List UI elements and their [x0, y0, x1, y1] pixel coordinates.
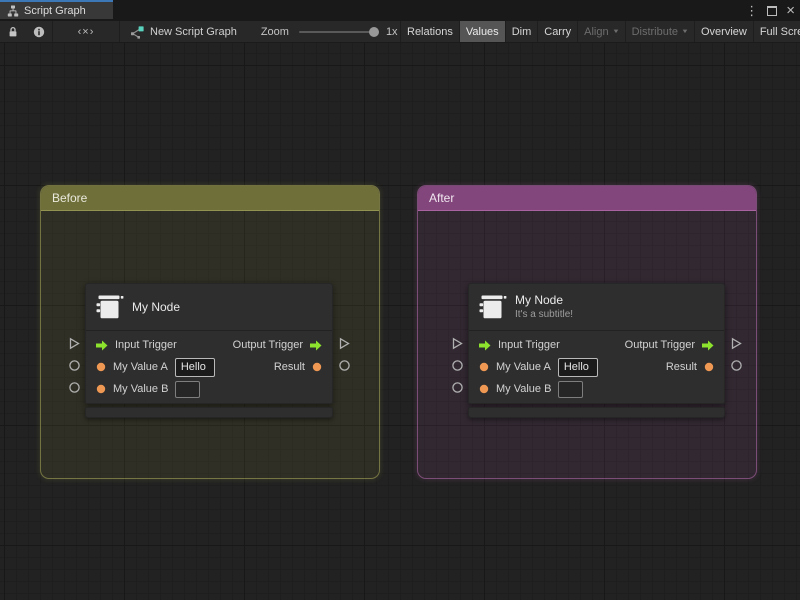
port-row: Input Trigger Output Trigger — [469, 334, 724, 356]
node-header[interactable]: My Node — [86, 284, 332, 331]
tab-bar: Script Graph ⋮ × — [0, 0, 800, 21]
zoom-control: Zoom 1x — [260, 21, 398, 42]
distribute-dropdown[interactable]: Distribute ▼ — [624, 21, 694, 42]
port-row: Input Trigger Output Trigger — [86, 334, 332, 356]
port-row: My Value B — [86, 378, 332, 400]
graph-name-label: New Script Graph — [150, 26, 237, 38]
external-flow-port-icon[interactable] — [730, 337, 743, 350]
node-header[interactable]: My Node It's a subtitle! — [469, 284, 724, 331]
port-row: My Value A Hello Result — [469, 356, 724, 378]
graph-hierarchy-icon — [7, 5, 19, 17]
custom-node-icon — [96, 294, 124, 321]
port-row: My Value B — [469, 378, 724, 400]
close-icon[interactable]: × — [786, 0, 795, 21]
toolbar-right-section: Relations Values Dim Carry Align ▼ Distr… — [400, 21, 800, 42]
lock-button[interactable] — [0, 21, 26, 42]
zoom-value: 1x — [385, 26, 398, 38]
node-title: My Node — [132, 300, 181, 314]
value-input-port-icon[interactable] — [479, 384, 489, 394]
external-value-port-icon[interactable] — [68, 381, 81, 394]
external-value-port-icon[interactable] — [730, 359, 743, 372]
external-flow-port-icon[interactable] — [338, 337, 351, 350]
chevron-down-icon: ▼ — [611, 29, 620, 35]
value-input-port-icon[interactable] — [96, 384, 106, 394]
group-before-header[interactable]: Before — [41, 186, 379, 211]
node-subtitle: It's a subtitle! — [515, 309, 574, 320]
code-preview-button[interactable]: ‹×› — [53, 21, 119, 42]
carry-button[interactable]: Carry — [537, 21, 577, 42]
full-screen-button[interactable]: Full Screen — [752, 21, 800, 42]
external-value-port-icon[interactable] — [451, 381, 464, 394]
value-input-port-icon[interactable] — [479, 362, 489, 372]
chevron-down-icon: ▼ — [681, 29, 689, 35]
node-my-node-before[interactable]: My Node Input Trigger Output Trigger My … — [69, 283, 350, 418]
node-my-node-after[interactable]: My Node It's a subtitle! Input Trigger O… — [452, 283, 742, 418]
external-flow-port-icon[interactable] — [68, 337, 81, 350]
group-label: Before — [52, 191, 88, 205]
zoom-slider-handle[interactable] — [369, 27, 380, 37]
external-flow-port-icon[interactable] — [451, 337, 464, 350]
overview-button[interactable]: Overview — [693, 21, 753, 42]
flow-output-port-icon[interactable] — [702, 340, 714, 351]
group-after-header[interactable]: After — [418, 186, 756, 211]
toolbar-left-section: ‹×› New Script Graph Zoom 1x — [0, 21, 398, 42]
script-graph-asset-icon — [130, 25, 144, 39]
align-dropdown[interactable]: Align ▼ — [577, 21, 624, 42]
node-title: My Node — [515, 293, 564, 307]
external-value-port-icon[interactable] — [451, 359, 464, 372]
tab-title: Script Graph — [24, 4, 86, 17]
graph-canvas[interactable]: Before After My Node Input Trigger Outpu… — [0, 43, 800, 600]
script-graph-window: Script Graph ⋮ × ‹×› New Script Graph Zo… — [0, 0, 800, 600]
tab-script-graph[interactable]: Script Graph — [0, 0, 113, 19]
value-b-input-field[interactable] — [175, 380, 201, 398]
value-output-port-icon[interactable] — [704, 362, 714, 372]
flow-input-port-icon[interactable] — [479, 340, 491, 351]
group-label: After — [429, 191, 455, 205]
node-footer — [85, 407, 333, 418]
info-icon — [33, 26, 45, 38]
values-button[interactable]: Values — [458, 21, 505, 42]
window-controls: ⋮ × — [745, 0, 795, 21]
value-input-port-icon[interactable] — [96, 362, 106, 372]
value-a-input-field[interactable]: Hello — [174, 357, 215, 377]
relations-button[interactable]: Relations — [400, 21, 459, 42]
inspector-button[interactable] — [26, 21, 52, 42]
flow-output-port-icon[interactable] — [310, 340, 322, 351]
window-menu-icon[interactable]: ⋮ — [745, 0, 758, 21]
zoom-label: Zoom — [260, 26, 289, 38]
graph-toolbar: ‹×› New Script Graph Zoom 1x Relations V… — [0, 21, 800, 43]
lock-icon — [7, 26, 19, 38]
external-value-port-icon[interactable] — [68, 359, 81, 372]
node-footer — [468, 407, 725, 418]
value-a-input-field[interactable]: Hello — [557, 357, 598, 377]
dim-button[interactable]: Dim — [504, 21, 538, 42]
zoom-slider[interactable] — [298, 27, 380, 37]
value-output-port-icon[interactable] — [312, 362, 322, 372]
flow-input-port-icon[interactable] — [96, 340, 108, 351]
graph-asset-button[interactable]: New Script Graph — [120, 21, 247, 42]
external-value-port-icon[interactable] — [338, 359, 351, 372]
port-row: My Value A Hello Result — [86, 356, 332, 378]
custom-node-icon — [479, 294, 507, 321]
maximize-icon[interactable] — [767, 5, 778, 16]
value-b-input-field[interactable] — [558, 380, 584, 398]
